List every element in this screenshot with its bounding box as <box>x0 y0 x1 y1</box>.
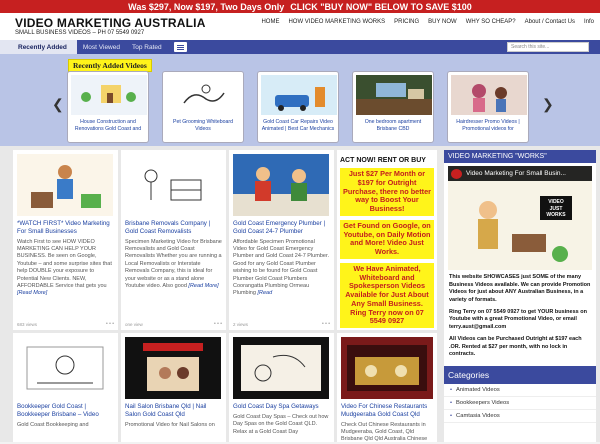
post-card[interactable]: Bookkeeper Gold Coast | Bookkeeper Brisb… <box>13 333 118 442</box>
recent-videos-carousel: Recently Added Videos ❮ ❯ House Construc… <box>0 54 600 146</box>
view-count: 2 views <box>233 322 249 327</box>
sidebar: VIDEO MARKETING "WORKS" Video Marketing … <box>444 150 596 442</box>
carousel-card[interactable]: One bedroom apartment Brisbane CBD <box>352 71 434 143</box>
categories-heading: Categories <box>444 365 596 384</box>
promo-price-text: Was $297, Now $197, Two Days Only <box>128 1 285 12</box>
post-title[interactable]: Nail Salon Brisbane Qld | Nail Salon Gol… <box>125 403 222 419</box>
carousel-track: House Construction and Renovations Gold … <box>67 71 529 143</box>
channel-avatar-icon <box>451 169 462 179</box>
bullet-icon: • <box>450 399 453 406</box>
post-title[interactable]: Video For Chinese Restaurants Mudgeeraba… <box>341 403 433 419</box>
sub-navigation: Recently Added Most Viewed Top Rated Sea… <box>0 40 600 54</box>
act-now-animated: We Have Animated, Whiteboard and Spokesp… <box>340 262 434 328</box>
category-item[interactable]: • Bookkeepers Videos <box>444 397 596 410</box>
nav-info[interactable]: Info <box>584 19 594 25</box>
chevron-right-icon[interactable]: ❯ <box>542 96 554 113</box>
read-more-link[interactable]: [Read More] <box>188 283 218 289</box>
video-thumbnail <box>125 154 221 216</box>
nav-how-it-works[interactable]: HOW VIDEO MARKETING WORKS <box>288 19 385 25</box>
post-card[interactable]: Brisbane Removals Company | Gold Coast R… <box>121 150 226 330</box>
act-now-heading: ACT NOW! RENT OR BUY <box>340 157 426 164</box>
sidebar-pricing-text: All Videos can be Purchased Outright at … <box>449 335 582 358</box>
post-title[interactable]: *WATCH FIRST* Video Marketing For Small … <box>17 220 114 236</box>
more-options-icon[interactable]: • • • <box>322 321 330 327</box>
bullet-icon: • <box>450 412 453 419</box>
site-tagline: SMALL BUSINESS VIDEOS – PH 07 5549 0927 <box>15 30 145 36</box>
nav-pricing[interactable]: PRICING <box>394 19 419 25</box>
carousel-card[interactable]: Pet Grooming Whiteboard Videos <box>162 71 244 143</box>
post-excerpt: Gold Coast Day Spas – Check out how Day … <box>233 413 329 435</box>
act-now-offer: Just $27 Per Month or $197 for Outright … <box>340 168 434 216</box>
category-item[interactable]: • Camtasia Videos <box>444 410 596 423</box>
video-thumbnail <box>341 337 433 399</box>
main-nav: HOME HOW VIDEO MARKETING WORKS PRICING B… <box>261 19 594 25</box>
video-sign: VIDEO JUST WORKS <box>546 199 566 218</box>
bullet-icon: • <box>450 386 453 393</box>
category-item[interactable]: • Animated Videos <box>444 384 596 397</box>
post-card[interactable]: Gold Coast Emergency Plumber | Gold Coas… <box>229 150 334 330</box>
video-thumbnail <box>125 337 221 399</box>
read-more-link[interactable]: [Read More] <box>17 290 47 296</box>
nav-home[interactable]: HOME <box>261 19 279 25</box>
post-excerpt: Check Out Chinese Restaurants in Mudgeer… <box>341 421 428 443</box>
carousel-card[interactable]: Hairdresser Promo Videos | Promotional v… <box>447 71 529 143</box>
more-options-icon[interactable]: • • • <box>214 321 222 327</box>
more-options-icon[interactable]: • • • <box>106 321 114 327</box>
act-now-found: Get Found on Google, on Youtube, on Dail… <box>340 219 434 259</box>
video-thumbnail <box>451 75 527 115</box>
video-thumbnail <box>356 75 432 115</box>
video-title-bar: Video Marketing For Small Busin... <box>448 166 592 181</box>
video-thumbnail <box>261 75 337 115</box>
post-title[interactable]: Brisbane Removals Company | Gold Coast R… <box>125 220 222 236</box>
carousel-card[interactable]: House Construction and Renovations Gold … <box>67 71 149 143</box>
promo-bar: Was $297, Now $197, Two Days Only CLICK … <box>0 0 600 13</box>
video-thumbnail <box>17 154 113 216</box>
post-title[interactable]: Gold Coast Emergency Plumber | Gold Coas… <box>233 220 330 236</box>
video-thumbnail <box>17 337 113 399</box>
post-excerpt: Specimen Marketing Video for Brisbane Re… <box>125 238 222 290</box>
carousel-caption: Pet Grooming Whiteboard Videos <box>173 119 233 132</box>
tab-top-rated[interactable]: Top Rated <box>126 40 168 54</box>
menu-icon[interactable] <box>173 42 187 52</box>
video-thumbnail <box>166 75 242 115</box>
post-card[interactable]: Video For Chinese Restaurants Mudgeeraba… <box>337 333 437 442</box>
video-thumbnail <box>233 337 329 399</box>
post-title[interactable]: Gold Coast Day Spa Getaways <box>233 403 330 411</box>
promo-cta[interactable]: CLICK "BUY NOW" BELOW TO SAVE $100 <box>290 2 472 12</box>
post-card[interactable]: Nail Salon Brisbane Qld | Nail Salon Gol… <box>121 333 226 442</box>
nav-why-so-cheap[interactable]: WHY SO CHEAP? <box>466 19 516 25</box>
carousel-caption: House Construction and Renovations Gold … <box>74 119 142 132</box>
nav-buy-now[interactable]: BUY NOW <box>428 19 457 25</box>
tab-recently-added[interactable]: Recently Added <box>0 40 77 54</box>
carousel-caption: Gold Coast Car Repairs Video Animated | … <box>261 119 335 132</box>
read-more-link[interactable]: [Read <box>257 290 272 296</box>
sidebar-showcase-text: This website SHOWCASES just SOME of the … <box>449 274 591 304</box>
nav-about-contact[interactable]: About / Contact Us <box>525 19 575 25</box>
view-count: one view <box>125 322 143 327</box>
tab-most-viewed[interactable]: Most Viewed <box>77 40 126 54</box>
site-logo[interactable]: VIDEO MARKETING AUSTRALIA <box>15 16 206 30</box>
sidebar-contact-text: Ring Terry on 07 5549 0927 to get YOUR b… <box>449 308 587 331</box>
post-excerpt: Affordable Specimen Promotional Video fo… <box>233 238 329 297</box>
carousel-caption: Hairdresser Promo Videos | Promotional v… <box>456 119 520 132</box>
post-card[interactable]: Gold Coast Day Spa Getaways Gold Coast D… <box>229 333 334 442</box>
post-excerpt: Gold Coast Bookkeeping and <box>17 421 89 428</box>
carousel-card[interactable]: Gold Coast Car Repairs Video Animated | … <box>257 71 339 143</box>
featured-video[interactable]: Video Marketing For Small Busin... VIDEO… <box>448 166 592 270</box>
search-input[interactable]: Search this site... <box>507 42 589 52</box>
carousel-caption: One bedroom apartment Brisbane CBD <box>364 119 422 132</box>
post-card[interactable]: *WATCH FIRST* Video Marketing For Small … <box>13 150 118 330</box>
act-now-panel: ACT NOW! RENT OR BUY Just $27 Per Month … <box>337 150 437 330</box>
view-count: 683 views <box>17 322 38 327</box>
site-header: VIDEO MARKETING AUSTRALIA SMALL BUSINESS… <box>0 13 600 40</box>
post-excerpt: Watch First to see HOW VIDEO MARKETING C… <box>17 238 112 297</box>
chevron-left-icon[interactable]: ❮ <box>52 96 64 113</box>
post-excerpt: Promotional Video for Nail Salons on <box>125 421 215 428</box>
video-thumbnail <box>71 75 147 115</box>
video-thumbnail <box>233 154 329 216</box>
sidebar-heading: VIDEO MARKETING "WORKS" <box>444 150 596 163</box>
post-title[interactable]: Bookkeeper Gold Coast | Bookkeeper Brisb… <box>17 403 114 419</box>
